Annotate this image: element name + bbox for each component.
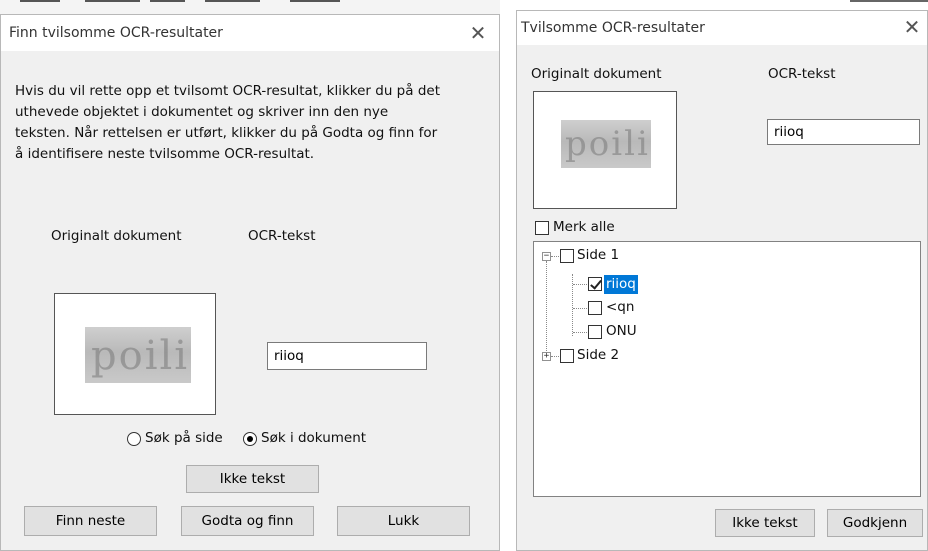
not-text-button[interactable]: Ikke tekst (186, 465, 319, 493)
ocr-snippet-glyphs: poili (565, 124, 650, 164)
tree-item-checkbox[interactable] (588, 325, 602, 339)
instruction-line-4: å identifisere neste tvilsomme OCR-resul… (15, 146, 315, 162)
ocr-text-label: OCR-tekst (248, 228, 316, 244)
background-scribble (290, 0, 340, 8)
close-icon[interactable]: ✕ (463, 19, 493, 47)
tree-item-checkbox[interactable] (588, 277, 602, 291)
approve-button[interactable]: Godkjenn (827, 509, 923, 537)
collapse-icon[interactable]: − (542, 252, 551, 261)
tree-item-selected[interactable]: riioq (604, 275, 638, 294)
tree-connector (573, 308, 589, 309)
close-button[interactable]: Lukk (337, 506, 470, 536)
tree-page-2-label[interactable]: Side 2 (577, 347, 619, 363)
background-scribble (150, 0, 185, 8)
tree-connector (573, 284, 589, 285)
search-page-label[interactable]: Søk på side (145, 430, 223, 446)
find-next-button[interactable]: Finn neste (24, 506, 157, 536)
tree-item-label[interactable]: ONU (606, 323, 637, 339)
ocr-snippet-image: poili (561, 120, 651, 168)
search-document-label[interactable]: Søk i dokument (261, 430, 366, 446)
find-ocr-dialog: Finn tvilsomme OCR-resultater ✕ Hvis du … (0, 14, 500, 551)
ocr-snippet-glyphs: poili (91, 333, 190, 379)
select-all-label[interactable]: Merk alle (553, 219, 615, 235)
tree-item-label[interactable]: <qn (606, 299, 634, 315)
ocr-snippet-image: poili (85, 327, 191, 383)
results-tree[interactable]: − Side 1 riioq <qn ONU + Side 2 (533, 241, 921, 497)
page-1-checkbox[interactable] (560, 249, 574, 263)
title-bar: Tvilsomme OCR-resultater ✕ (517, 11, 927, 45)
select-all-checkbox[interactable] (535, 221, 549, 235)
background-gap (500, 0, 516, 551)
instruction-line-3: teksten. Når rettelsen er utført, klikke… (15, 125, 438, 141)
ocr-text-input[interactable]: riioq (767, 119, 920, 145)
background-scribble (205, 0, 260, 8)
ocr-results-dialog: Tvilsomme OCR-resultater ✕ Originalt dok… (516, 10, 928, 551)
original-document-label: Originalt dokument (51, 228, 182, 244)
not-text-button[interactable]: Ikke tekst (715, 509, 815, 537)
original-document-label: Originalt dokument (531, 66, 662, 82)
instruction-line-1: Hvis du vil rette opp et tvilsomt OCR-re… (15, 83, 440, 99)
search-page-radio[interactable] (127, 432, 141, 446)
instruction-line-2: uthevede objektet i dokumentet og skrive… (15, 104, 389, 120)
search-document-radio[interactable] (243, 432, 257, 446)
tree-page-1-label[interactable]: Side 1 (577, 247, 619, 263)
tree-connector (546, 261, 547, 353)
tree-connector (573, 332, 589, 333)
background-scribble (85, 0, 140, 8)
background-scribble (850, 0, 928, 4)
dialog-title: Tvilsomme OCR-resultater (521, 20, 705, 36)
dialog-title: Finn tvilsomme OCR-resultater (9, 25, 223, 41)
ocr-text-label: OCR-tekst (768, 66, 836, 82)
tree-item-checkbox[interactable] (588, 301, 602, 315)
accept-and-find-button[interactable]: Godta og finn (181, 506, 314, 536)
background-scribble (20, 0, 60, 8)
original-document-image: poili (54, 293, 216, 415)
original-document-image: poili (533, 91, 677, 209)
title-bar: Finn tvilsomme OCR-resultater ✕ (1, 15, 499, 51)
expand-icon[interactable]: + (542, 352, 551, 361)
close-icon[interactable]: ✕ (897, 13, 927, 41)
ocr-text-input[interactable]: riioq (267, 342, 427, 370)
page-2-checkbox[interactable] (560, 349, 574, 363)
